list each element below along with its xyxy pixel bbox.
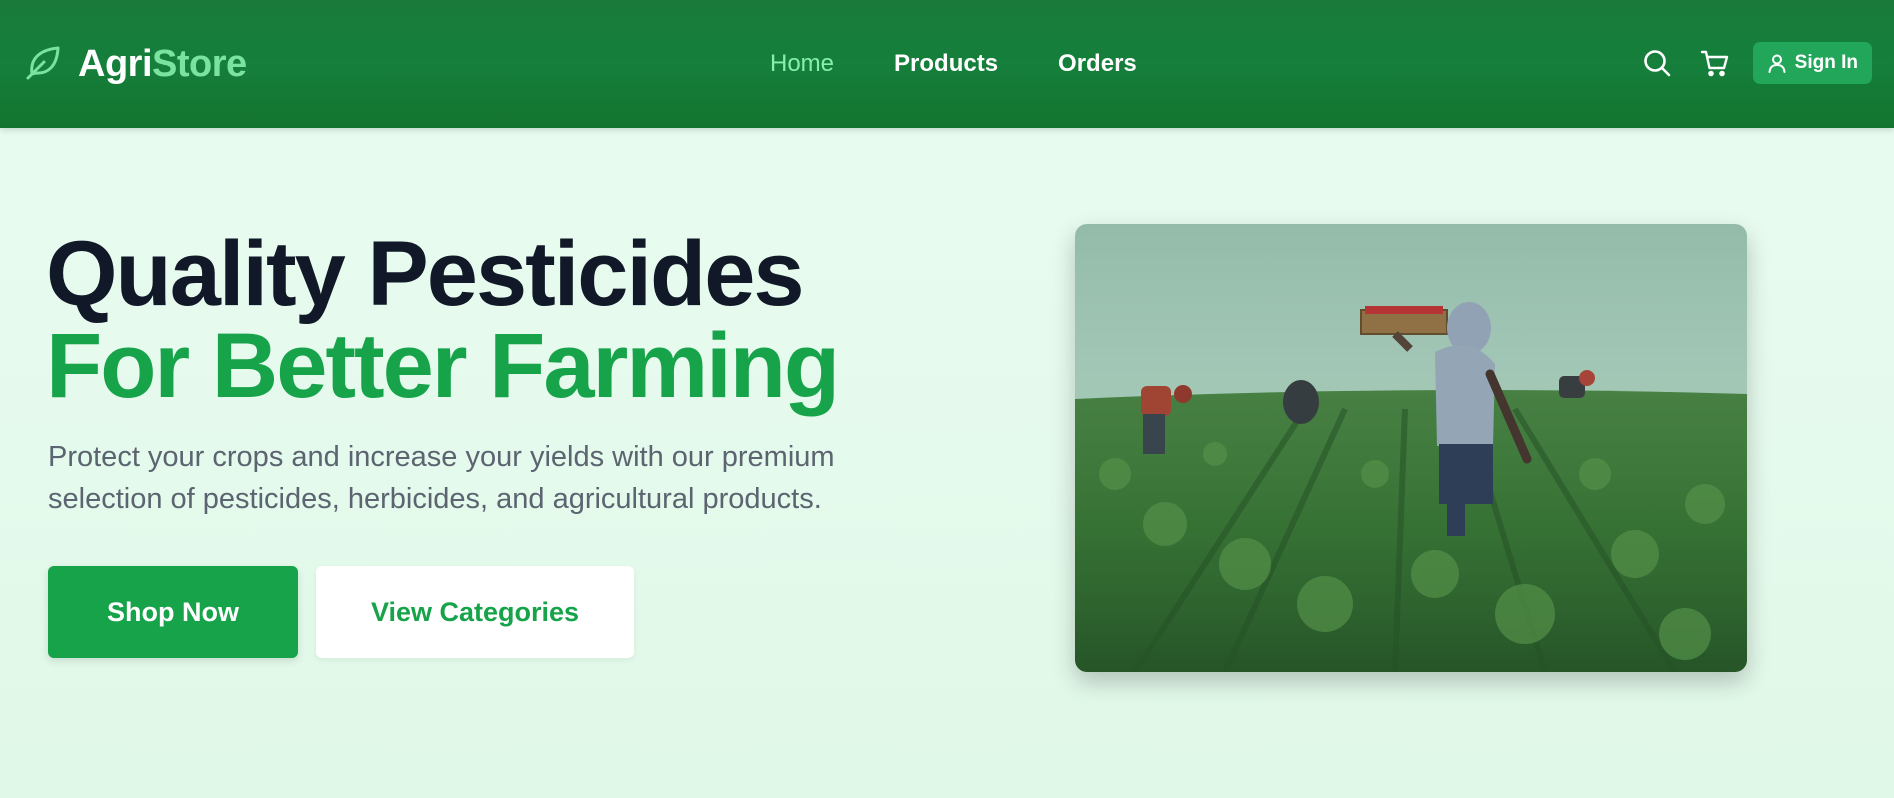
hero-subtitle: Protect your crops and increase your yie… [48,441,835,515]
view-categories-button[interactable]: View Categories [316,566,634,658]
brand-name-part2: Store [152,42,247,85]
nav-products[interactable]: Products [894,50,998,78]
brand-name: AgriStore [78,43,247,86]
shop-now-button[interactable]: Shop Now [48,566,298,658]
hero-title-line2: For Better Farming [46,315,840,417]
sign-in-label: Sign In [1794,52,1858,73]
nav-home[interactable]: Home [770,50,834,78]
cart-button[interactable] [1699,47,1731,79]
site-header: AgriStore Home Products Orders Sign In [0,0,1894,128]
brand-name-part1: Agri [78,42,153,85]
cart-icon [1700,50,1728,77]
search-button[interactable] [1641,47,1673,79]
nav-orders[interactable]: Orders [1058,50,1137,78]
hero-image [1075,224,1747,672]
main-nav: Home Products Orders [770,44,1137,84]
leaf-icon [24,42,64,87]
user-icon [1768,54,1786,73]
farm-field-illustration [1075,224,1747,672]
hero-title: Quality Pesticides For Better Farming [46,223,840,417]
hero-title-line1: Quality Pesticides [46,223,805,325]
header-actions: Sign In [1641,41,1872,85]
search-icon [1643,50,1670,77]
brand-logo[interactable]: AgriStore [24,40,247,88]
sign-in-button[interactable]: Sign In [1752,42,1872,84]
